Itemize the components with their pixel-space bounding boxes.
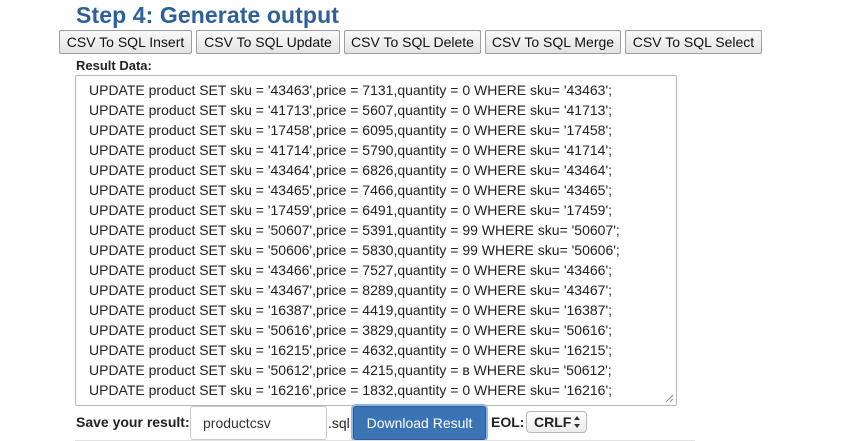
result-line: UPDATE product SET sku = '43467',price =… [89,282,613,298]
csv-to-sql-insert-button[interactable]: CSV To SQL Insert [59,30,192,54]
result-line: UPDATE product SET sku = '16387',price =… [89,302,613,318]
result-line: UPDATE product SET sku = '17458',price =… [89,122,613,138]
resize-grip-icon[interactable] [665,394,674,403]
result-data-label: Result Data: [76,58,152,73]
result-line: UPDATE product SET sku = '43463',price =… [89,82,613,98]
csv-to-sql-select-button[interactable]: CSV To SQL Select [625,30,762,54]
select-arrows-icon [574,416,580,428]
result-lines: UPDATE product SET sku = '43463',price =… [89,76,620,400]
download-result-button[interactable]: Download Result [353,406,486,440]
result-line: UPDATE product SET sku = '43465',price =… [89,182,613,198]
result-line: UPDATE product SET sku = '17459',price =… [89,202,613,218]
result-line: UPDATE product SET sku = '50616',price =… [89,322,613,338]
page-title: Step 4: Generate output [76,2,339,28]
save-result-label: Save your result: [76,414,190,430]
result-line: UPDATE product SET sku = '50607',price =… [89,222,620,238]
result-line: UPDATE product SET sku = '16215',price =… [89,342,613,358]
csv-to-sql-delete-button[interactable]: CSV To SQL Delete [344,30,481,54]
eol-label: EOL: [491,414,525,430]
result-line: UPDATE product SET sku = '16216',price =… [89,382,613,398]
result-line: UPDATE product SET sku = '50606',price =… [89,242,620,258]
eol-select[interactable]: CRLF [526,411,587,433]
filename-input[interactable] [190,406,327,440]
result-line: UPDATE product SET sku = '41713',price =… [89,102,613,118]
result-line: UPDATE product SET sku = '43466',price =… [89,262,613,278]
result-line: UPDATE product SET sku = '43464',price =… [89,162,613,178]
result-line: UPDATE product SET sku = '50612',price =… [89,362,612,378]
csv-to-sql-merge-button[interactable]: CSV To SQL Merge [485,30,621,54]
result-line: UPDATE product SET sku = '41714',price =… [89,142,613,158]
file-extension-label: .sql [328,415,350,431]
eol-selected-value: CRLF [534,414,572,430]
csv-to-sql-update-button[interactable]: CSV To SQL Update [196,30,340,54]
result-data-textarea[interactable]: UPDATE product SET sku = '43463',price =… [75,75,677,406]
